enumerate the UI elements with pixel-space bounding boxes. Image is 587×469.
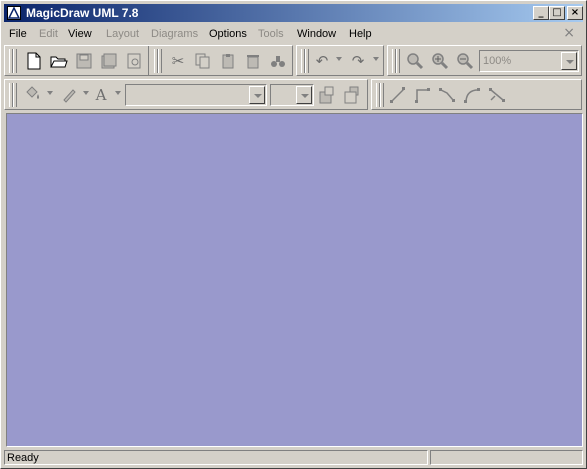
paste-icon[interactable] xyxy=(218,51,238,71)
pen-color-dropdown-icon[interactable] xyxy=(83,91,89,95)
minimize-button[interactable]: _ xyxy=(533,6,549,20)
line-straight-icon[interactable] xyxy=(388,85,408,105)
chevron-down-icon[interactable] xyxy=(249,86,265,104)
status-text: Ready xyxy=(7,452,39,464)
toolbar-grip[interactable] xyxy=(380,83,384,107)
toolbar-grip[interactable] xyxy=(13,83,17,107)
fill-color-dropdown-icon[interactable] xyxy=(47,91,53,95)
redo-icon[interactable]: ↷ xyxy=(348,51,368,71)
edit-history-toolbar: ↶ ↷ xyxy=(296,45,384,76)
find-icon[interactable] xyxy=(268,51,288,71)
save-icon[interactable] xyxy=(74,51,94,71)
menu-window[interactable]: Window xyxy=(297,28,336,40)
font-size-combo[interactable] xyxy=(270,84,314,106)
fill-color-icon[interactable] xyxy=(22,85,42,105)
undo-dropdown-icon[interactable] xyxy=(336,57,342,61)
close-button[interactable]: × xyxy=(567,6,583,20)
menu-options[interactable]: Options xyxy=(209,28,247,40)
font-family-combo[interactable] xyxy=(125,84,267,106)
font-dropdown-icon[interactable] xyxy=(115,91,121,95)
zoom-combo[interactable]: 100% xyxy=(479,50,579,72)
line-oblique-icon[interactable] xyxy=(437,85,457,105)
menu-edit[interactable]: Edit xyxy=(39,28,58,40)
print-preview-icon[interactable] xyxy=(124,51,144,71)
line-rectilinear-icon[interactable] xyxy=(412,85,432,105)
toolbar-grip[interactable] xyxy=(158,49,162,73)
menu-layout[interactable]: Layout xyxy=(106,28,139,40)
cut-icon[interactable]: ✂ xyxy=(168,51,188,71)
pen-color-icon[interactable] xyxy=(59,85,79,105)
window-title: MagicDraw UML 7.8 xyxy=(26,6,139,20)
font-icon[interactable]: A xyxy=(91,85,111,105)
app-window: MagicDraw UML 7.8 _ □ × File Edit View L… xyxy=(0,0,587,469)
line-curve-icon[interactable] xyxy=(462,85,482,105)
menu-file[interactable]: File xyxy=(9,28,27,40)
redo-dropdown-icon[interactable] xyxy=(373,57,379,61)
chevron-down-icon[interactable] xyxy=(561,52,577,70)
toolbar-grip[interactable] xyxy=(305,49,309,73)
open-folder-icon[interactable] xyxy=(49,51,69,71)
menu-view[interactable]: View xyxy=(68,28,92,40)
undo-icon[interactable]: ↶ xyxy=(312,51,332,71)
new-file-icon[interactable] xyxy=(24,51,44,71)
zoom-plus-icon[interactable] xyxy=(430,51,450,71)
magicdraw-logo-icon xyxy=(7,6,21,20)
format-toolbar: A xyxy=(4,79,368,110)
path-style-toolbar xyxy=(371,79,582,110)
save-all-icon[interactable] xyxy=(99,51,119,71)
bring-to-front-icon[interactable] xyxy=(318,85,338,105)
diagram-canvas[interactable] xyxy=(6,113,583,447)
status-bar-secondary xyxy=(430,450,583,465)
menu-tools[interactable]: Tools xyxy=(258,28,284,40)
delete-icon[interactable] xyxy=(243,51,263,71)
line-split-icon[interactable] xyxy=(487,85,507,105)
zoom-value: 100% xyxy=(483,55,512,67)
send-to-back-icon[interactable] xyxy=(343,85,363,105)
toolbar-grip[interactable] xyxy=(13,49,17,73)
zoom-out-icon[interactable] xyxy=(455,51,475,71)
toolbar-grip[interactable] xyxy=(396,49,400,73)
maximize-button[interactable]: □ xyxy=(549,6,565,20)
menu-help[interactable]: Help xyxy=(349,28,372,40)
zoom-toolbar: 100% xyxy=(387,45,582,76)
copy-icon[interactable] xyxy=(193,51,213,71)
chevron-down-icon[interactable] xyxy=(296,86,312,104)
file-toolbar: ✂ xyxy=(4,45,293,76)
menu-diagrams[interactable]: Diagrams xyxy=(151,28,198,40)
zoom-in-icon[interactable] xyxy=(405,51,425,71)
close-diagram-icon[interactable]: × xyxy=(563,25,575,41)
status-bar: Ready xyxy=(4,450,428,465)
menu-bar: File Edit View Layout Diagrams Options T… xyxy=(4,25,583,43)
title-bar[interactable]: MagicDraw UML 7.8 _ □ × xyxy=(4,4,583,22)
toolbar-separator xyxy=(148,46,149,76)
